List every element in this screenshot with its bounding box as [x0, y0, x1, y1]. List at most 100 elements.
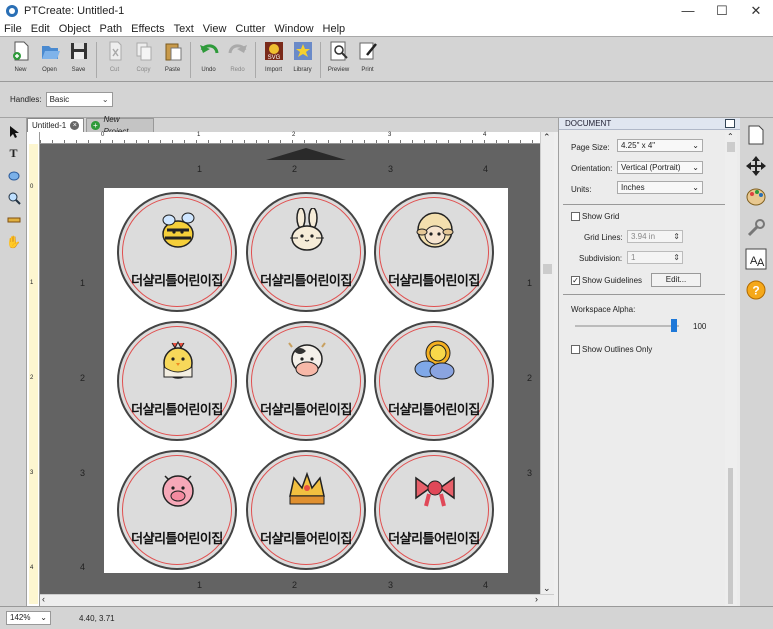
measure-tool[interactable]: [5, 211, 22, 228]
hand-icon: ✋: [6, 234, 21, 249]
tab-new-project[interactable]: + New Project...: [86, 115, 155, 136]
close-tab-icon[interactable]: ×: [70, 121, 80, 130]
page-canvas[interactable]: 더샬리틀어린이집 더샬리틀어린이집 더샬리틀어린이집 더샬리틀어린이집 더샬리틀…: [104, 188, 508, 573]
palette-icon[interactable]: [745, 186, 767, 208]
sticker-sheep[interactable]: 더샬리틀어린이집: [374, 192, 494, 312]
move-icon[interactable]: [745, 155, 767, 177]
scroll-thumb-top[interactable]: [727, 142, 735, 152]
library-button[interactable]: Library: [288, 40, 317, 73]
help-icon[interactable]: ?: [745, 279, 767, 301]
new-button[interactable]: New: [6, 40, 35, 73]
sheep-icon: [416, 212, 454, 248]
import-svg-icon: SVG: [264, 42, 283, 61]
text-format-icon[interactable]: AA: [745, 248, 767, 270]
units-select[interactable]: Inches ⌄: [617, 181, 703, 194]
scroll-up-icon[interactable]: ⌃: [727, 132, 734, 141]
sticker-caption: 더샬리틀어린이집: [131, 274, 223, 289]
menu-effects[interactable]: Effects: [131, 23, 164, 35]
menu-path[interactable]: Path: [100, 23, 123, 35]
chevron-down-icon: ⌄: [40, 613, 47, 622]
print-button[interactable]: Print: [353, 40, 382, 73]
redo-button[interactable]: Redo: [223, 40, 252, 73]
paste-icon: [165, 43, 181, 61]
sticker-crown[interactable]: 더샬리틀어린이집: [246, 450, 366, 570]
zoom-tool[interactable]: [5, 189, 22, 206]
menu-window[interactable]: Window: [274, 23, 313, 35]
close-button[interactable]: ✕: [739, 0, 773, 22]
tab-untitled[interactable]: Untitled-1 ×: [27, 118, 85, 132]
menu-text[interactable]: Text: [174, 23, 194, 35]
grid-lines-input[interactable]: 3.94 in ⇕: [627, 230, 683, 243]
scroll-thumb[interactable]: [543, 264, 552, 274]
library-icon: [293, 42, 312, 60]
select-tool[interactable]: [5, 123, 22, 140]
scroll-right-icon[interactable]: ›: [535, 594, 538, 604]
menu-cutter[interactable]: Cutter: [235, 23, 265, 35]
edit-guidelines-button[interactable]: Edit...: [651, 273, 701, 287]
import-button[interactable]: SVG Import: [259, 40, 288, 73]
toolbar-separator: [255, 42, 256, 78]
preview-icon: [330, 41, 348, 61]
panel-dock-icon[interactable]: [725, 119, 735, 128]
panel-scrollbar[interactable]: ⌃: [725, 132, 737, 606]
canvas-vertical-scrollbar[interactable]: ⌃ ⌄: [540, 132, 554, 594]
subdivision-input[interactable]: 1 ⇕: [627, 251, 683, 264]
open-button[interactable]: Open: [35, 40, 64, 73]
save-button[interactable]: Save: [64, 40, 93, 73]
vertical-ruler: 0 1 2 3 4: [27, 132, 40, 606]
cut-button[interactable]: Cut: [100, 40, 129, 73]
pan-tool[interactable]: ✋: [5, 233, 22, 250]
show-guidelines-checkbox[interactable]: ✓ Show Guidelines: [571, 276, 642, 286]
panel-title: DOCUMENT: [559, 118, 740, 130]
show-outlines-checkbox[interactable]: Show Outlines Only: [571, 345, 652, 355]
sticker-chick[interactable]: 더샬리틀어린이집: [117, 321, 237, 441]
undo-icon: [199, 44, 218, 54]
menu-edit[interactable]: Edit: [31, 23, 50, 35]
text-icon: T: [9, 146, 18, 160]
scroll-up-icon[interactable]: ⌃: [543, 132, 551, 143]
bow-icon: [415, 476, 455, 507]
sticker-cow[interactable]: 더샬리틀어린이집: [246, 321, 366, 441]
zoom-select[interactable]: 142% ⌄: [6, 611, 51, 625]
scroll-thumb[interactable]: [728, 468, 733, 604]
scroll-down-icon[interactable]: ⌄: [543, 583, 551, 594]
sticker-rabbit[interactable]: 더샬리틀어린이집: [246, 192, 366, 312]
maximize-button[interactable]: ☐: [705, 0, 739, 22]
wrench-icon[interactable]: [745, 217, 767, 239]
preview-button[interactable]: Preview: [324, 40, 353, 73]
menu-view[interactable]: View: [203, 23, 227, 35]
orientation-select[interactable]: Vertical (Portrait) ⌄: [617, 161, 703, 174]
spinner-icon[interactable]: ⇕: [673, 231, 680, 242]
sticker-bow[interactable]: 더샬리틀어린이집: [374, 450, 494, 570]
text-tool[interactable]: T: [5, 145, 22, 162]
minimize-button[interactable]: —: [671, 0, 705, 22]
sticker-pig[interactable]: 더샬리틀어린이집: [117, 450, 237, 570]
chick-icon: [163, 340, 193, 379]
handles-select[interactable]: Basic ⌄: [45, 92, 113, 107]
undo-button[interactable]: Undo: [194, 40, 223, 73]
scroll-left-icon[interactable]: ‹: [42, 594, 45, 604]
shape-tool[interactable]: [5, 167, 22, 184]
menu-help[interactable]: Help: [323, 23, 346, 35]
sticker-sun-cloud[interactable]: 더샬리틀어린이집: [374, 321, 494, 441]
document-icon[interactable]: [745, 124, 767, 146]
app-icon: [6, 5, 18, 17]
workspace-alpha-slider[interactable]: [575, 325, 679, 327]
workspace-alpha-thumb[interactable]: [671, 319, 677, 332]
sticker-caption: 더샬리틀어린이집: [388, 274, 480, 289]
paste-button[interactable]: Paste: [158, 40, 187, 73]
document-tabs: Untitled-1 × + New Project...: [27, 115, 558, 136]
menu-object[interactable]: Object: [59, 23, 91, 35]
canvas-workspace[interactable]: 1 2 3 4 1 2 3 4 1 2 3 4 1 2 3 더샬리틀어린이집 더…: [40, 144, 540, 594]
page-size-select[interactable]: 4.25" x 4" ⌄: [617, 139, 703, 152]
menu-file[interactable]: File: [4, 23, 22, 35]
canvas-horizontal-scrollbar[interactable]: ‹ ›: [40, 594, 554, 606]
workspace-alpha-value: 100: [693, 322, 707, 331]
chevron-down-icon: ⌄: [692, 141, 699, 150]
copy-button[interactable]: Copy: [129, 40, 158, 73]
ellipse-icon: [8, 171, 19, 180]
sticker-bee[interactable]: 더샬리틀어린이집: [117, 192, 237, 312]
checkbox-icon: [571, 345, 580, 355]
spinner-icon[interactable]: ⇕: [673, 252, 680, 263]
show-grid-checkbox[interactable]: Show Grid: [571, 212, 619, 222]
